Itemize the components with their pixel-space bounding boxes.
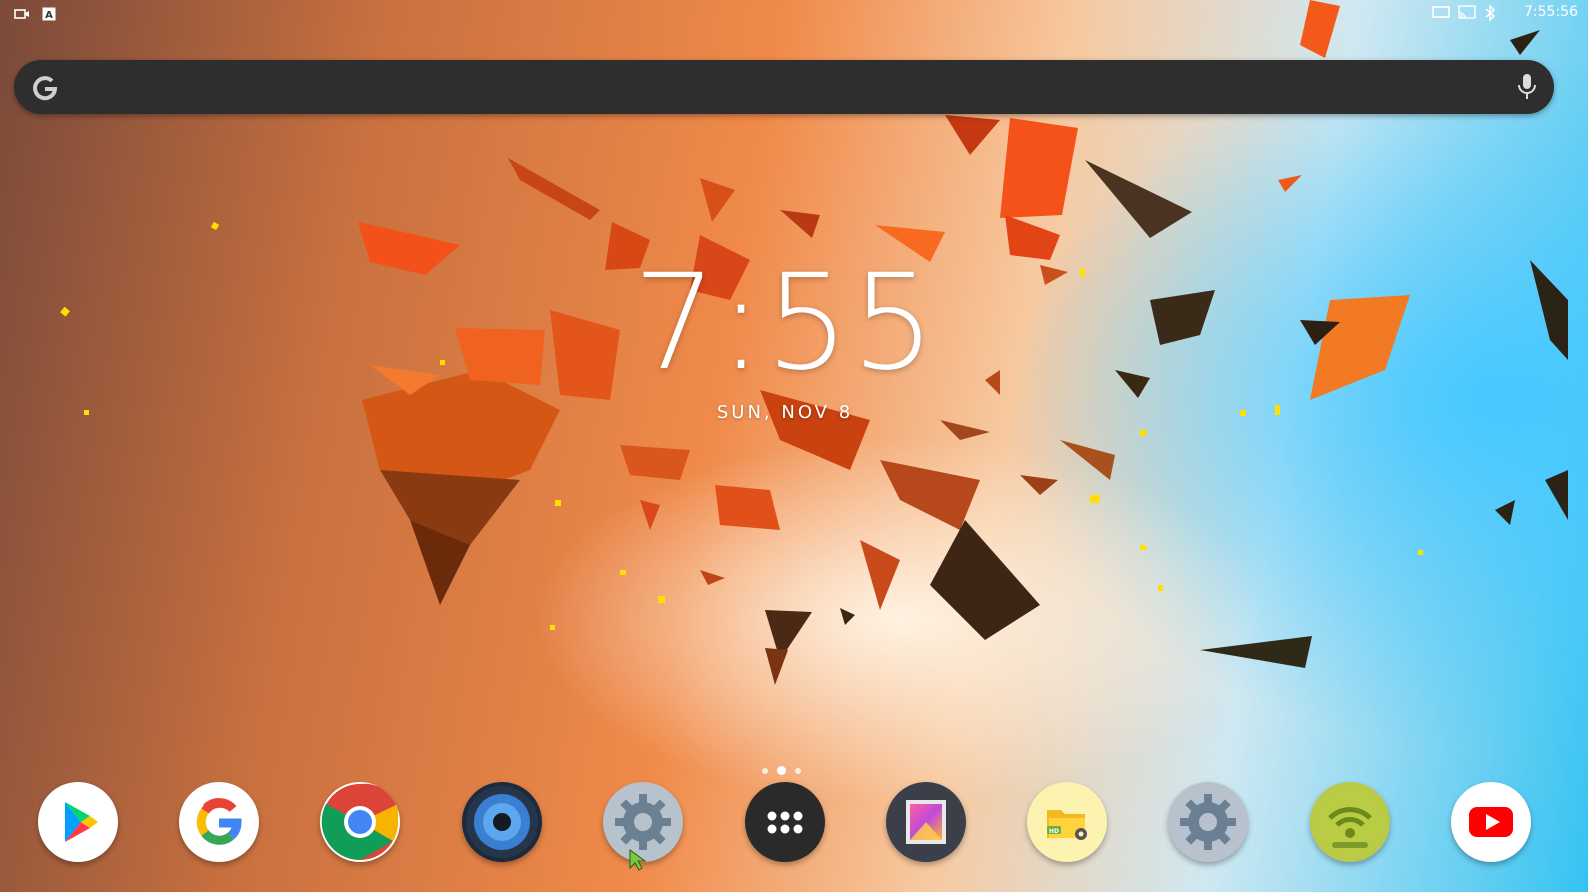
page-dot	[795, 767, 801, 774]
page-dot-active	[777, 766, 786, 775]
status-right: 7:55:56	[1432, 4, 1578, 22]
google-g-icon	[28, 70, 62, 104]
file-manager-icon[interactable]: HD	[1027, 782, 1107, 862]
page-indicator	[762, 766, 801, 775]
google-icon[interactable]	[179, 782, 259, 862]
mic-icon[interactable]	[1516, 72, 1538, 102]
wallpaper	[60, 0, 1568, 685]
dock: HD	[0, 782, 1588, 866]
settings-alt-icon[interactable]	[1168, 782, 1248, 862]
clock-widget-date[interactable]: SUN, NOV 8	[640, 402, 930, 423]
bluetooth-icon	[1484, 4, 1500, 22]
svg-text:A: A	[45, 10, 53, 21]
play-store-icon[interactable]	[38, 782, 118, 862]
page-dot	[762, 767, 768, 774]
status-bar: A 7:55:56	[0, 0, 1588, 28]
chrome-icon[interactable]	[320, 782, 400, 862]
youtube-icon[interactable]	[1451, 782, 1531, 862]
speaker-app-icon[interactable]	[462, 782, 542, 862]
screen-record-icon	[14, 6, 30, 20]
app-drawer-icon[interactable]	[745, 782, 825, 862]
screen-icon	[1432, 5, 1450, 19]
cast-icon	[1458, 5, 1476, 19]
mouse-cursor-icon	[628, 848, 648, 872]
google-search-bar[interactable]	[14, 60, 1554, 114]
keyboard-a-icon: A	[42, 6, 58, 21]
status-left: A	[14, 6, 58, 21]
status-time: 7:55:56	[1524, 4, 1578, 20]
clock-widget-time[interactable]: 7:55	[620, 248, 950, 398]
gallery-icon[interactable]	[886, 782, 966, 862]
svg-text:HD: HD	[1049, 828, 1059, 835]
wifi-app-icon[interactable]	[1310, 782, 1390, 862]
